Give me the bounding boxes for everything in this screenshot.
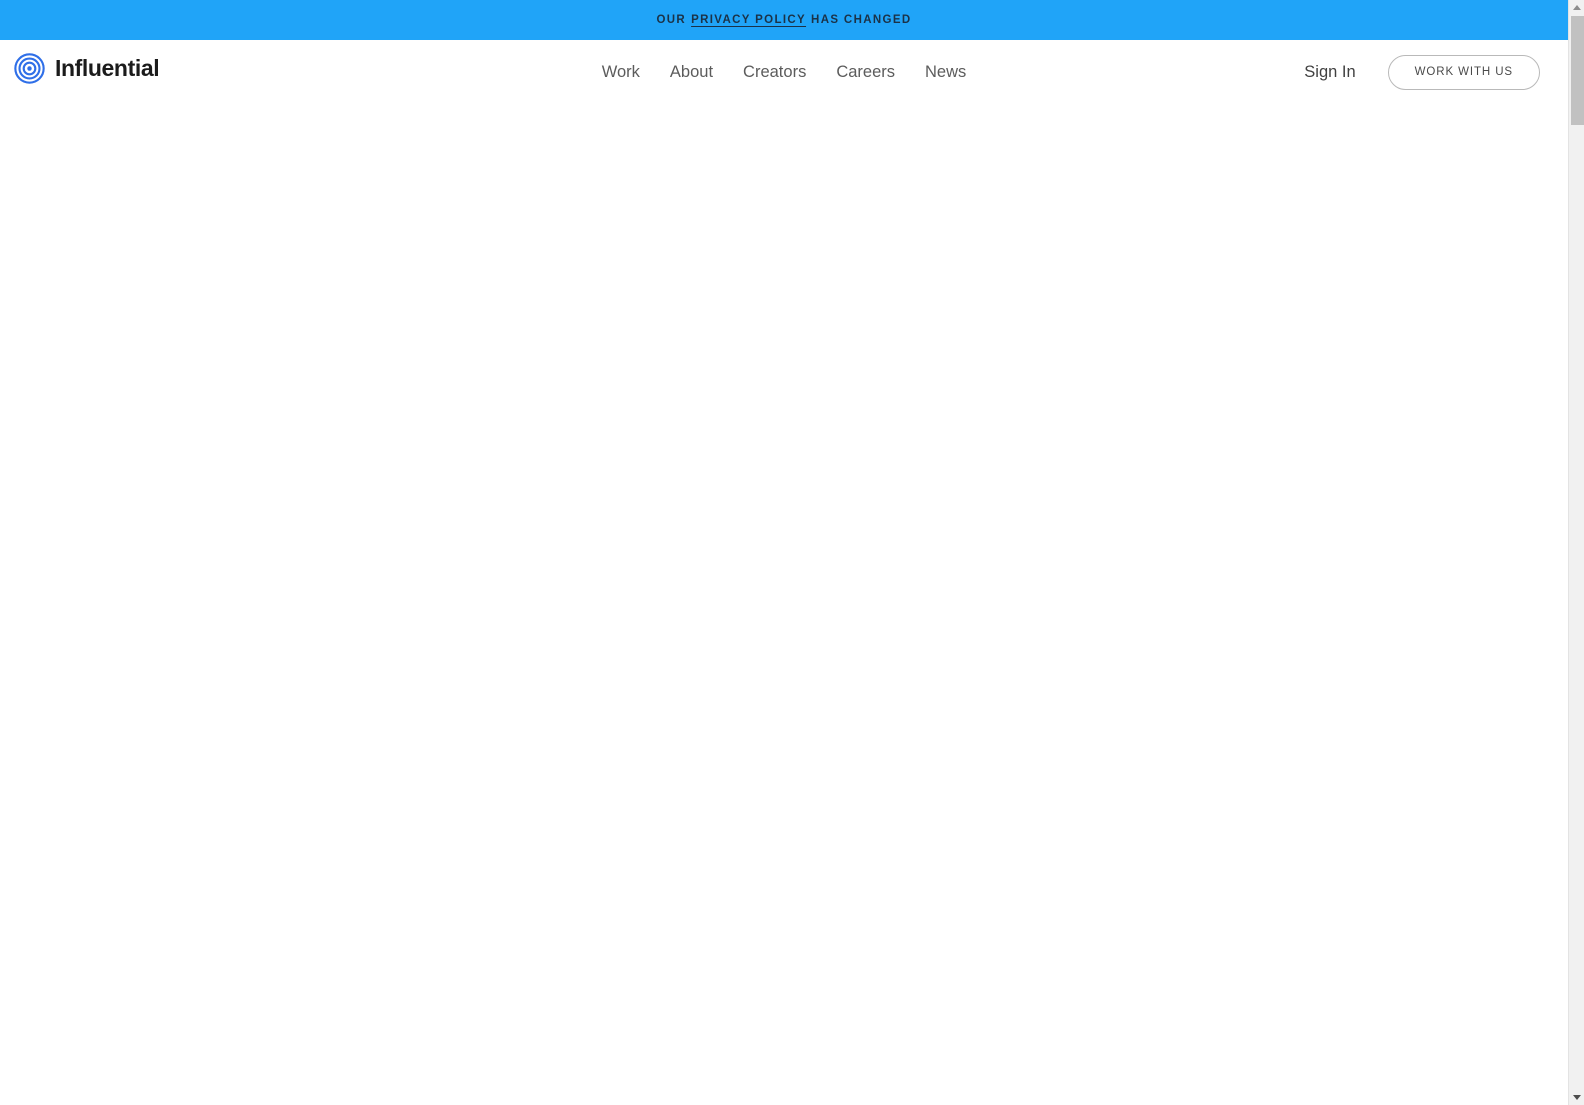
privacy-policy-link[interactable]: PRIVACY POLICY	[691, 14, 806, 26]
nav-item-careers[interactable]: Careers	[836, 64, 895, 81]
concentric-rings-icon	[14, 53, 45, 84]
announcement-banner: OUR PRIVACY POLICY HAS CHANGED	[0, 0, 1568, 40]
announcement-suffix: HAS CHANGED	[811, 14, 912, 26]
nav-item-work[interactable]: Work	[602, 64, 640, 81]
page-content-area	[0, 104, 1568, 1105]
scroll-up-arrow-icon[interactable]	[1569, 0, 1584, 15]
browser-viewport: OUR PRIVACY POLICY HAS CHANGED Influenti…	[0, 0, 1568, 1105]
nav-item-news[interactable]: News	[925, 64, 966, 81]
sign-in-link[interactable]: Sign In	[1304, 64, 1355, 81]
site-header: Influential Work About Creators Careers …	[0, 40, 1568, 104]
brand-name: Influential	[55, 55, 160, 81]
announcement-text: OUR PRIVACY POLICY HAS CHANGED	[656, 14, 911, 26]
nav-item-about[interactable]: About	[670, 64, 713, 81]
scroll-down-arrow-icon[interactable]	[1569, 1090, 1584, 1105]
header-actions: Sign In WORK WITH US	[1304, 40, 1540, 104]
scrollbar-thumb[interactable]	[1571, 16, 1584, 125]
brand-logo-link[interactable]: Influential	[14, 53, 160, 84]
vertical-scrollbar[interactable]	[1568, 0, 1584, 1105]
announcement-prefix: OUR	[656, 14, 687, 26]
nav-item-creators[interactable]: Creators	[743, 64, 806, 81]
work-with-us-button[interactable]: WORK WITH US	[1387, 54, 1540, 90]
